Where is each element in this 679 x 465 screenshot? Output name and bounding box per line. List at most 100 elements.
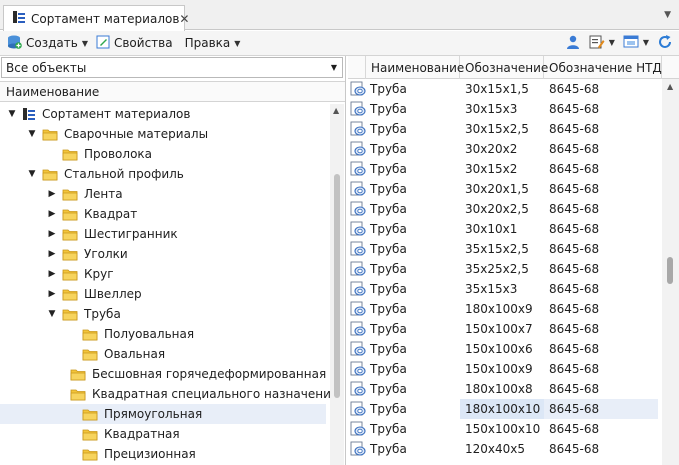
grid-scrollbar[interactable]: ▲ <box>662 79 679 465</box>
cell-standard: 8645-68 <box>549 82 600 96</box>
tree-item[interactable]: ▶ Уголки <box>0 244 326 264</box>
scroll-up-icon[interactable]: ▲ <box>333 106 339 115</box>
tree-item[interactable]: ▶ Швеллер <box>0 284 326 304</box>
expand-arrow-icon[interactable]: ▶ <box>46 288 58 300</box>
table-row[interactable]: Труба 180x100x8 8645-68 <box>348 379 660 399</box>
column-header-standard[interactable]: Обозначение НТД <box>544 56 662 79</box>
table-row[interactable]: Труба 30x15x2 8645-68 <box>348 159 660 179</box>
table-row[interactable]: Труба 30x20x2,5 8645-68 <box>348 199 660 219</box>
table-row[interactable]: Труба 35x15x2,5 8645-68 <box>348 239 660 259</box>
tube-profile-icon <box>350 279 368 299</box>
tree-item[interactable]: Овальная <box>0 344 326 364</box>
table-row[interactable]: Труба 120x40x5 8645-68 <box>348 439 660 459</box>
tree-item[interactable]: ▼ Сварочные материалы <box>0 124 326 144</box>
tube-profile-icon <box>350 79 368 99</box>
table-row[interactable]: Труба 180x100x9 8645-68 <box>348 299 660 319</box>
cell-standard: 8645-68 <box>549 342 600 356</box>
view-icon[interactable]: ▼ <box>623 34 649 50</box>
tree-item[interactable]: Квадратная <box>0 424 326 444</box>
tree-item[interactable]: Квадратная специального назначения <box>0 384 330 404</box>
cell-name: Труба <box>370 82 407 96</box>
tab-materials[interactable]: Сортамент материалов ✕ <box>3 5 189 31</box>
tree-scrollbar-thumb[interactable] <box>334 174 340 398</box>
tree-item-label: Прецизионная <box>104 447 196 461</box>
tab-list-dropdown-icon[interactable]: ▼ <box>664 10 671 20</box>
table-row[interactable]: Труба 150x100x10 8645-68 <box>348 419 660 439</box>
items-grid-panel: Наименование Обозначение Обозначение НТД… <box>348 56 679 465</box>
tube-profile-icon <box>350 399 368 419</box>
cell-name: Труба <box>370 362 407 376</box>
chevron-down-icon: ▼ <box>81 38 88 48</box>
grid-scrollbar-thumb[interactable] <box>667 257 673 284</box>
edit-menu-button[interactable]: Правка ▼ <box>181 36 241 50</box>
cell-standard: 8645-68 <box>549 262 600 276</box>
table-row[interactable]: Труба 30x15x2,5 8645-68 <box>348 119 660 139</box>
tree-item[interactable]: Прецизионная <box>0 444 326 464</box>
tree-item-label: Квадратная специального назначения <box>92 387 330 401</box>
close-icon[interactable]: ✕ <box>179 12 189 26</box>
folder-icon <box>82 447 98 461</box>
collapse-arrow-icon[interactable]: ▼ <box>46 308 58 320</box>
tree-item[interactable]: Полуовальная <box>0 324 326 344</box>
expand-arrow-icon[interactable]: ▶ <box>46 228 58 240</box>
tree-item-label: Полуовальная <box>104 327 195 341</box>
cell-code: 150x100x10 <box>465 422 541 436</box>
cell-code: 30x15x3 <box>465 102 518 116</box>
table-row[interactable]: Труба 30x20x1,5 8645-68 <box>348 179 660 199</box>
table-row[interactable]: Труба 30x20x2 8645-68 <box>348 139 660 159</box>
user-icon[interactable] <box>565 34 581 50</box>
tree-item[interactable]: ▼ Сортамент материалов <box>0 104 326 124</box>
table-row[interactable]: Труба 30x10x1 8645-68 <box>348 219 660 239</box>
toolbar-right-group: ▼ ▼ <box>557 34 673 50</box>
collapse-arrow-icon[interactable]: ▼ <box>26 128 38 140</box>
table-row[interactable]: Труба 35x15x3 8645-68 <box>348 279 660 299</box>
edit-label: Правка <box>184 36 231 50</box>
folder-icon <box>82 347 98 361</box>
folder-icon <box>62 287 78 301</box>
scroll-up-icon[interactable]: ▲ <box>667 82 673 91</box>
tree-item[interactable]: Бесшовная горячедеформированная <box>0 364 326 384</box>
collapse-arrow-icon[interactable]: ▼ <box>6 108 18 120</box>
tree-item[interactable]: ▶ Квадрат <box>0 204 326 224</box>
grid-header-icon-col[interactable] <box>348 56 366 79</box>
create-label: Создать <box>26 36 78 50</box>
column-header-code[interactable]: Обозначение <box>460 56 548 79</box>
tree-column-header[interactable]: Наименование <box>0 81 345 102</box>
table-row[interactable]: Труба 30x15x3 8645-68 <box>348 99 660 119</box>
expand-arrow-icon[interactable]: ▶ <box>46 268 58 280</box>
cell-name: Труба <box>370 382 407 396</box>
tree-scrollbar[interactable]: ▲ <box>330 104 344 465</box>
cell-standard: 8645-68 <box>549 362 600 376</box>
properties-button[interactable]: Свойства <box>96 35 173 52</box>
tree-item[interactable]: ▶ Лента <box>0 184 326 204</box>
tree-item[interactable]: Проволока <box>0 144 326 164</box>
expand-arrow-icon[interactable]: ▶ <box>46 208 58 220</box>
tree-header-label: Наименование <box>6 84 100 99</box>
cell-standard: 8645-68 <box>549 242 600 256</box>
column-header-name[interactable]: Наименование <box>366 56 464 79</box>
folder-icon <box>62 247 78 261</box>
tree-item[interactable]: ▶ Круг <box>0 264 326 284</box>
filter-select[interactable]: Все объекты ▼ <box>1 57 343 78</box>
tree-item[interactable]: ▶ Шестигранник <box>0 224 326 244</box>
expand-arrow-icon[interactable]: ▶ <box>46 248 58 260</box>
table-row[interactable]: Труба 150x100x7 8645-68 <box>348 319 660 339</box>
tree-item[interactable]: Прямоугольная <box>0 404 326 424</box>
tree-item-label: Уголки <box>84 247 128 261</box>
table-row[interactable]: Труба 150x100x9 8645-68 <box>348 359 660 379</box>
cell-name: Труба <box>370 282 407 296</box>
tree-item[interactable]: ▼ Стальной профиль <box>0 164 326 184</box>
edit-list-icon[interactable]: ▼ <box>589 34 615 50</box>
tree-item-label: Сортамент материалов <box>42 107 191 121</box>
tree-item[interactable]: ▼ Труба <box>0 304 326 324</box>
table-row[interactable]: Труба 30x15x1,5 8645-68 <box>348 79 660 99</box>
table-row[interactable]: Труба 150x100x6 8645-68 <box>348 339 660 359</box>
table-row[interactable]: Труба 35x25x2,5 8645-68 <box>348 259 660 279</box>
refresh-icon[interactable] <box>657 34 673 50</box>
create-button[interactable]: Создать ▼ <box>7 34 88 52</box>
table-row[interactable]: Труба 180x100x10 8645-68 <box>348 399 660 419</box>
collapse-arrow-icon[interactable]: ▼ <box>26 168 38 180</box>
expand-arrow-icon[interactable]: ▶ <box>46 188 58 200</box>
cell-code: 35x15x3 <box>465 282 518 296</box>
